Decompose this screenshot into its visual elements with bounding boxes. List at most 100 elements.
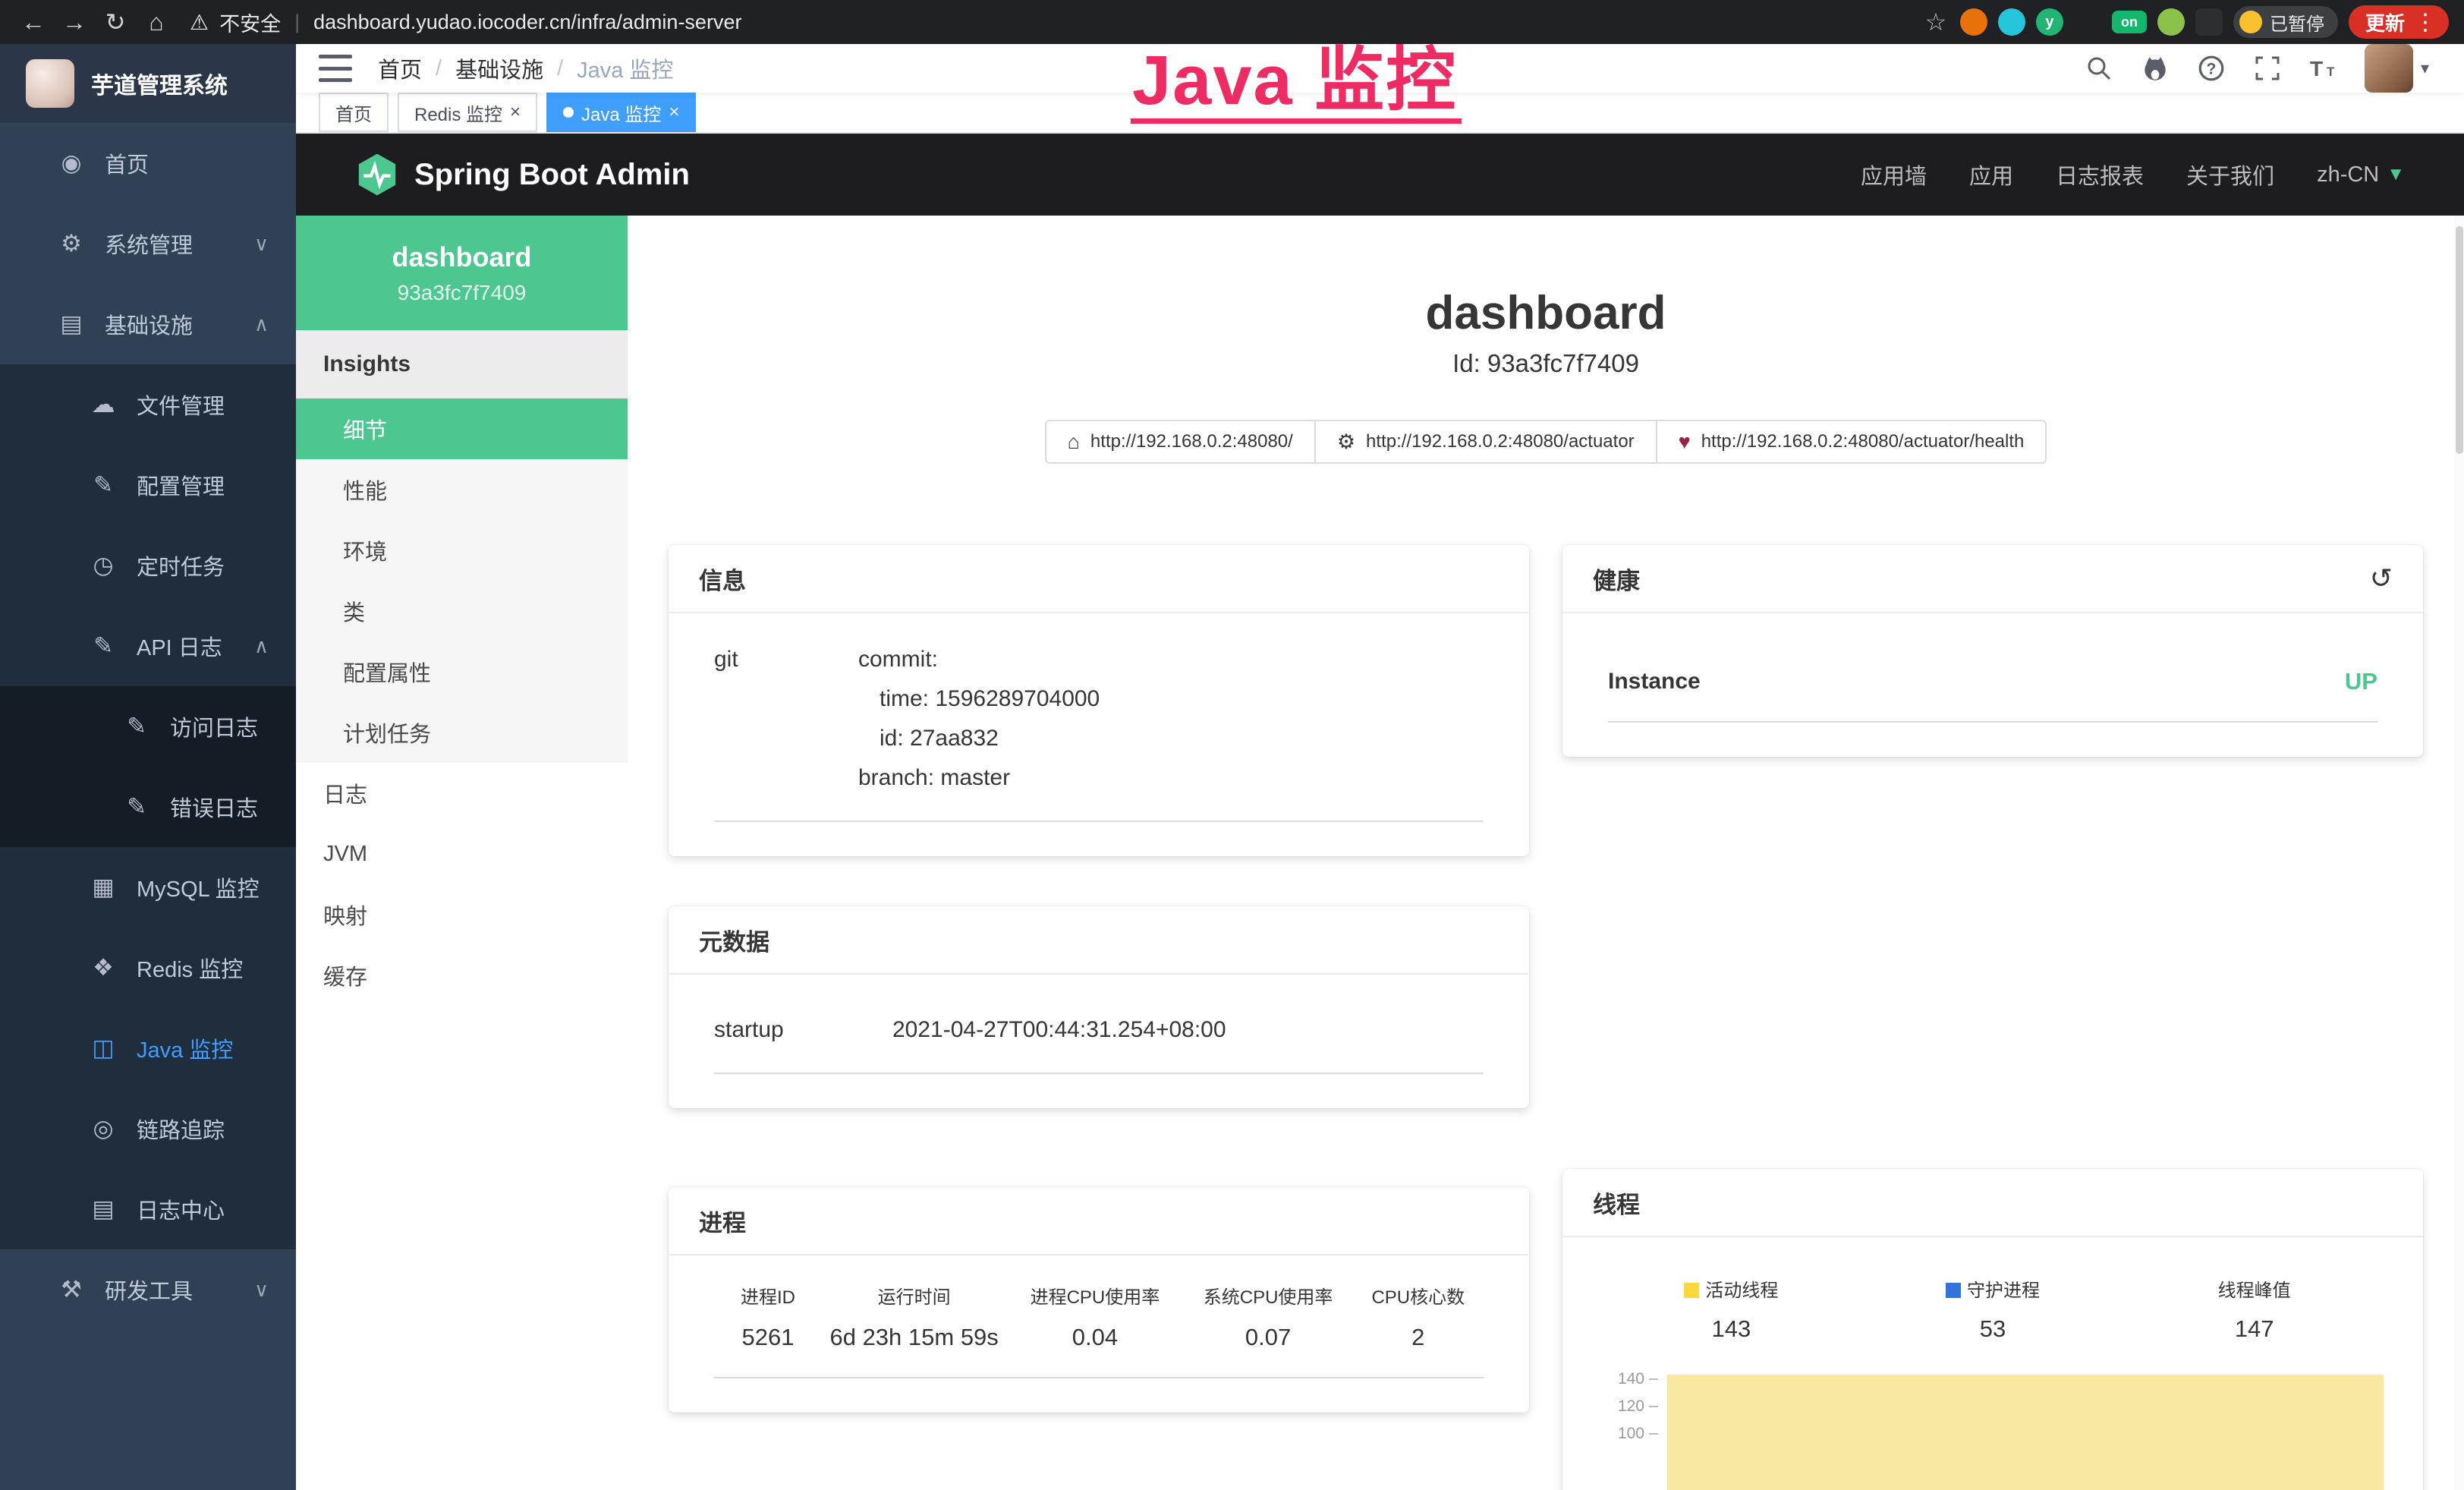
sba-nav-wallboard[interactable]: 应用墙 — [1861, 159, 1927, 191]
font-size-icon[interactable]: TT — [2308, 53, 2339, 83]
active-dot — [563, 107, 574, 118]
switch-on-icon[interactable]: on — [2112, 11, 2147, 33]
metadata-row-startup: startup 2021-04-27T00:44:31.254+08:00 — [714, 1001, 1484, 1074]
paused-badge[interactable]: 已暂停 — [2233, 6, 2338, 38]
sba-item-caches[interactable]: 缓存 — [296, 945, 628, 1006]
blue-swatch-icon — [1946, 1283, 1961, 1298]
address-bar[interactable]: ⚠ 不安全 | dashboard.yudao.iocoder.cn/infra… — [190, 8, 1918, 37]
close-icon[interactable]: × — [669, 103, 679, 121]
instance-header[interactable]: dashboard 93a3fc7f7409 — [296, 216, 628, 330]
sidebar-item-error-logs[interactable]: ✎ 错误日志 — [0, 767, 296, 847]
sba-nav-about[interactable]: 关于我们 — [2186, 159, 2274, 191]
kebab-menu-icon[interactable]: ⋮ — [2414, 9, 2437, 36]
search-icon[interactable] — [2084, 53, 2114, 83]
top-header: 首页 / 基础设施 / Java 监控 ? — [296, 44, 2464, 93]
update-button[interactable]: 更新 ⋮ — [2349, 5, 2449, 39]
infrastructure-icon: ▤ — [55, 310, 88, 338]
sidebar-item-scheduled-jobs[interactable]: ◷ 定时任务 — [0, 525, 296, 606]
sidebar-item-file-mgmt[interactable]: ☁ 文件管理 — [0, 364, 296, 445]
legend-daemon-threads: 守护进程 53 — [1862, 1275, 2124, 1343]
apps-grid-icon[interactable] — [2074, 8, 2101, 36]
health-card-header: 健康 ↺ — [1562, 545, 2423, 613]
sidebar-item-redis-monitor[interactable]: ❖ Redis 监控 — [0, 928, 296, 1008]
fullscreen-icon[interactable] — [2252, 53, 2283, 83]
extension-fox-icon[interactable] — [1960, 8, 1987, 36]
instance-name: dashboard — [392, 241, 531, 273]
value-line: branch: master — [858, 758, 1484, 798]
history-icon[interactable]: ↺ — [2370, 562, 2393, 594]
browser-home-icon[interactable]: ⌂ — [138, 4, 175, 40]
extension-leaf-icon[interactable] — [2157, 8, 2185, 36]
breadcrumb-infrastructure[interactable]: 基础设施 — [455, 52, 543, 84]
sba-item-mappings[interactable]: 映射 — [296, 884, 628, 945]
bookmark-star-icon[interactable]: ☆ — [1922, 8, 1949, 36]
service-url: http://192.168.0.2:48080/ — [1090, 431, 1293, 452]
tools-icon: ⚒ — [55, 1276, 88, 1303]
sba-nav-journal[interactable]: 日志报表 — [2056, 159, 2144, 191]
sba-main: dashboard Id: 93a3fc7f7409 ⌂ http://192.… — [628, 216, 2464, 1490]
address-separator: | — [294, 11, 300, 34]
legend-label: 活动线程 — [1600, 1275, 1862, 1302]
extension-drop-icon[interactable] — [1998, 8, 2025, 36]
help-icon[interactable]: ? — [2196, 53, 2226, 83]
edit-icon: ✎ — [120, 793, 153, 821]
instance-id: 93a3fc7f7409 — [398, 281, 527, 305]
extensions-puzzle-icon[interactable] — [2195, 8, 2223, 36]
sidebar-item-tracing[interactable]: ◎ 链路追踪 — [0, 1088, 296, 1169]
refresh-icon[interactable]: ↻ — [97, 4, 134, 40]
cpu-cores: 2 — [1353, 1324, 1484, 1351]
close-icon[interactable]: × — [510, 103, 521, 121]
mysql-icon: ▦ — [87, 874, 120, 901]
tab-home[interactable]: 首页 — [319, 93, 389, 132]
legend-label: 守护进程 — [1862, 1275, 2124, 1302]
threads-chart: 140 120 100 — [1600, 1373, 2385, 1490]
sidebar-item-home[interactable]: ◉ 首页 — [0, 123, 296, 203]
sidebar-item-java-monitor[interactable]: ◫ Java 监控 — [0, 1008, 296, 1088]
y-axis-tick — [1649, 1406, 1658, 1407]
sba-brand[interactable]: Spring Boot Admin — [355, 153, 690, 197]
breadcrumb-home[interactable]: 首页 — [378, 52, 422, 84]
locale-selector[interactable]: zh-CN ▼ — [2317, 162, 2405, 187]
back-icon[interactable]: ← — [15, 4, 52, 40]
column-header: 系统CPU使用率 — [1184, 1282, 1353, 1309]
sba-item-scheduled-tasks[interactable]: 计划任务 — [296, 702, 628, 763]
sba-item-logs[interactable]: 日志 — [296, 763, 628, 824]
health-instance-label: Instance — [1608, 669, 1701, 695]
sidebar-item-log-center[interactable]: ▤ 日志中心 — [0, 1169, 296, 1249]
info-card: 信息 git commit: time: 1596289704000 id: 2… — [669, 545, 1529, 856]
hamburger-icon[interactable] — [319, 55, 352, 82]
sidebar-item-dev-tools[interactable]: ⚒ 研发工具 ∨ — [0, 1249, 296, 1330]
sba-item-metrics[interactable]: 性能 — [296, 459, 628, 520]
scrollbar-track[interactable] — [2454, 216, 2464, 1490]
forward-icon[interactable]: → — [56, 4, 93, 40]
scrollbar-thumb[interactable] — [2456, 226, 2463, 454]
app-logo — [26, 59, 74, 108]
sidebar-item-access-logs[interactable]: ✎ 访问日志 — [0, 686, 296, 767]
sba-item-environment[interactable]: 环境 — [296, 520, 628, 581]
process-card: 进程 进程ID 运行时间 进程CPU使用率 系统CPU使用率 CPU核心数 — [669, 1187, 1529, 1413]
sba-item-classes[interactable]: 类 — [296, 581, 628, 641]
tab-redis-monitor[interactable]: Redis 监控 × — [398, 93, 537, 132]
app-title: 芋道管理系统 — [91, 67, 228, 100]
actuator-url-button[interactable]: ⚙ http://192.168.0.2:48080/actuator — [1314, 420, 1657, 464]
sba-nav-applications[interactable]: 应用 — [1969, 159, 2013, 191]
status-badge: UP — [2345, 668, 2377, 695]
sidebar-item-config-mgmt[interactable]: ✎ 配置管理 — [0, 445, 296, 525]
sba-item-config-props[interactable]: 配置属性 — [296, 641, 628, 702]
sba-item-jvm[interactable]: JVM — [296, 824, 628, 884]
y-axis-tick — [1649, 1433, 1658, 1435]
cards-left-column: 信息 git commit: time: 1596289704000 id: 2… — [669, 545, 1529, 1413]
tab-java-monitor[interactable]: Java 监控 × — [546, 93, 696, 132]
sidebar-item-system-mgmt[interactable]: ⚙ 系统管理 ∨ — [0, 203, 296, 284]
warning-icon: ⚠ — [190, 10, 209, 35]
sidebar-item-infrastructure[interactable]: ▤ 基础设施 ∧ — [0, 284, 296, 364]
extension-y-icon[interactable]: y — [2036, 8, 2063, 36]
wrench-icon: ⚙ — [1337, 430, 1355, 454]
service-url-button[interactable]: ⌂ http://192.168.0.2:48080/ — [1045, 420, 1316, 464]
sidebar-item-api-logs[interactable]: ✎ API 日志 ∧ — [0, 606, 296, 686]
sidebar-item-mysql-monitor[interactable]: ▦ MySQL 监控 — [0, 847, 296, 928]
sba-item-details[interactable]: 细节 — [296, 398, 628, 459]
github-icon[interactable] — [2140, 53, 2170, 83]
user-menu[interactable]: ▾ — [2365, 44, 2429, 93]
health-url-button[interactable]: ♥ http://192.168.0.2:48080/actuator/heal… — [1656, 420, 2047, 464]
